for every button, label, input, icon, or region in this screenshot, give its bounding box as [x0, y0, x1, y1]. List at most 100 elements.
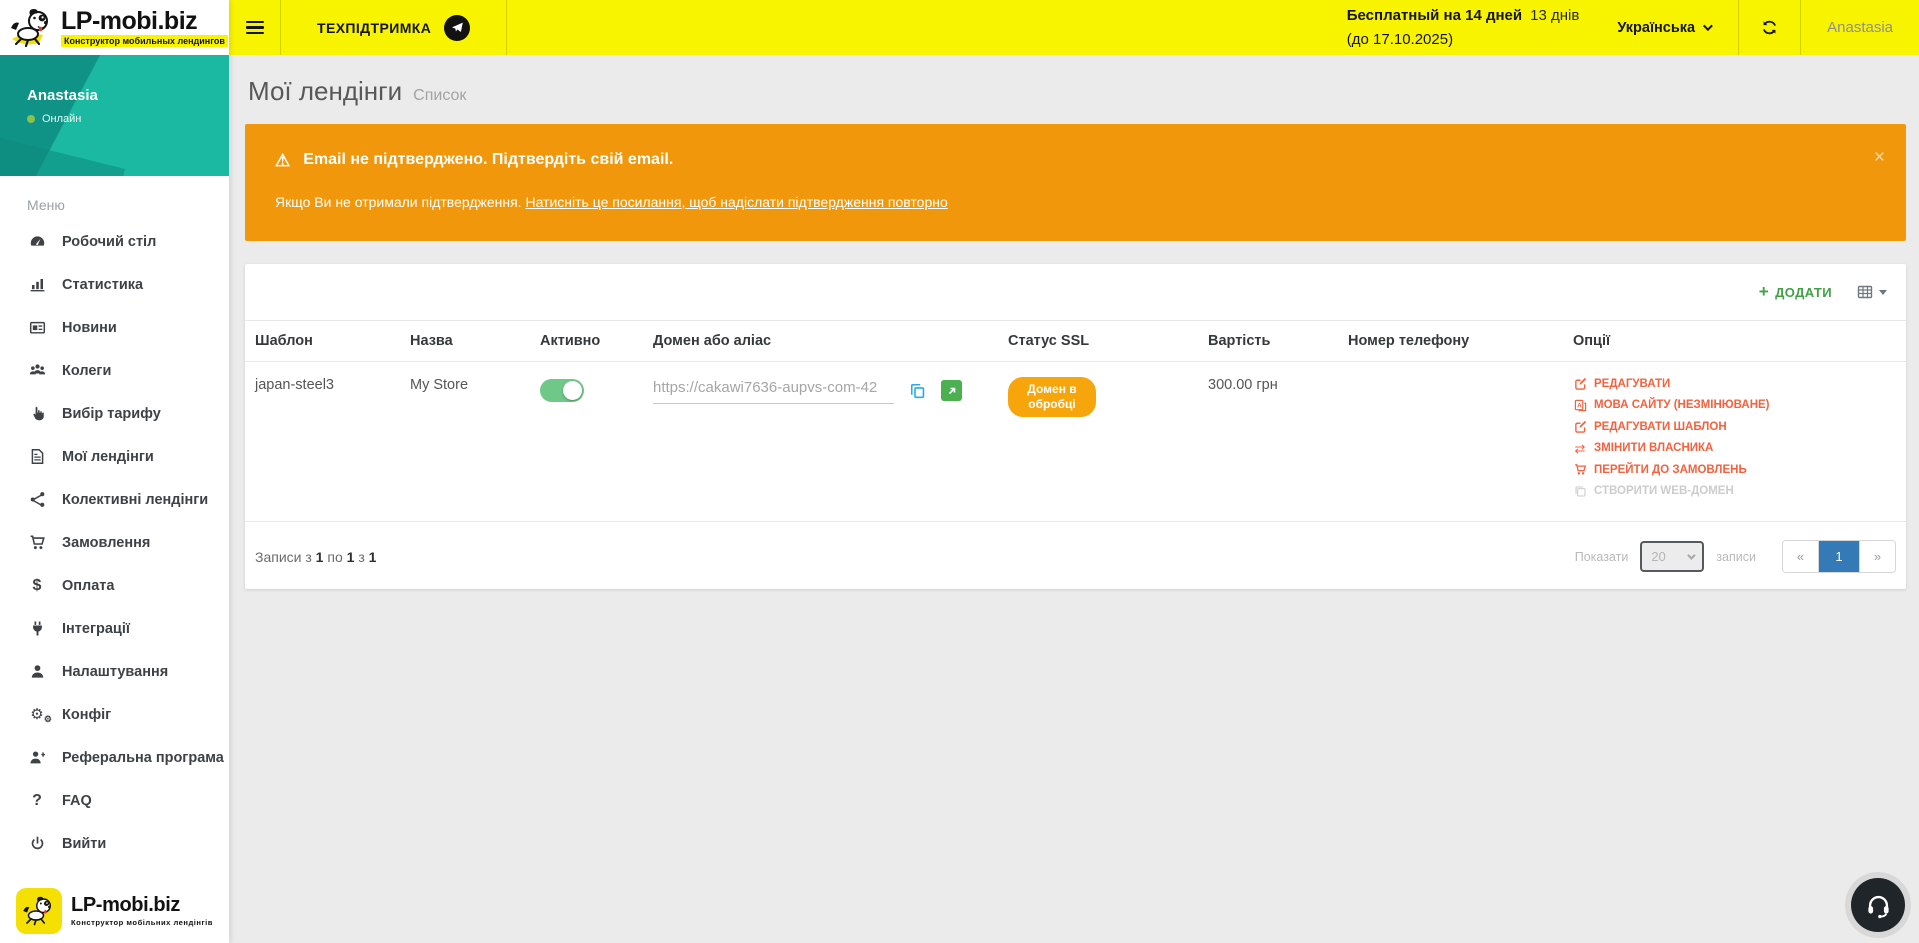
dollar-icon: $ [27, 578, 47, 594]
exchange-icon: ⇄ [1573, 442, 1587, 455]
open-site-icon[interactable] [941, 380, 962, 401]
dashboard-icon [27, 233, 47, 250]
sidebar-item-dashboard[interactable]: Робочий стіл [0, 220, 229, 263]
page-subtitle: Список [413, 87, 466, 105]
dog-mascot-icon [8, 7, 56, 49]
pagination-page-1[interactable]: 1 [1819, 541, 1859, 572]
option-edit-template-link[interactable]: РЕДАГУВАТИ ШАБЛОН [1573, 420, 1896, 433]
sidebar-item-label: Конфіг [62, 707, 111, 723]
sidebar-item-label: Оплата [62, 578, 114, 594]
table-footer: Записи з 1 по 1 з 1 Показати 20 записи «… [245, 522, 1906, 589]
copy-icon[interactable] [909, 382, 926, 399]
option-edit-link[interactable]: РЕДАГУВАТИ [1573, 377, 1896, 390]
sidebar-item-settings[interactable]: Налаштування [0, 650, 229, 693]
user-profile-panel: Anastasia Онлайн [0, 55, 229, 176]
sidebar-item-integrations[interactable]: Інтеграції [0, 607, 229, 650]
option-change-owner-link[interactable]: ⇄ ЗМІНИТИ ВЛАСНИКА [1573, 442, 1896, 455]
telegram-icon [444, 15, 470, 41]
brand-logo-bottom[interactable]: LP-mobi.biz Конструктор мобільних лендін… [0, 879, 229, 943]
dog-mascot-icon [16, 888, 62, 934]
sidebar-item-news[interactable]: Новини [0, 306, 229, 349]
alert-body-text: Якщо Ви не отримали підтвердження. [275, 194, 522, 210]
sidebar-menu: Робочий стіл Статистика Новини Колеги Ви… [0, 220, 229, 865]
sidebar-item-label: Налаштування [62, 664, 168, 680]
col-phone: Номер телефону [1338, 321, 1563, 362]
cell-price: 300.00 грн [1198, 362, 1338, 522]
topbar-username[interactable]: Anastasia [1801, 0, 1919, 55]
pagination-prev-button[interactable]: « [1783, 541, 1819, 572]
active-toggle[interactable] [540, 379, 584, 402]
sidebar-item-my-landings[interactable]: Мої лендінги [0, 435, 229, 478]
brand-name: LP-mobi.biz [61, 8, 228, 34]
main-content: Мої лендінги Список ⚠ Email не підтвердж… [229, 55, 1919, 943]
table-header-row: Шаблон Назва Активно Домен або аліас Ста… [245, 321, 1906, 362]
sidebar-item-label: Робочий стіл [62, 234, 156, 250]
sidebar-item-faq[interactable]: ? FAQ [0, 779, 229, 822]
brand-logo-top[interactable]: LP-mobi.biz Конструктор мобильных лендин… [0, 0, 229, 55]
landings-card: + ДОДАТИ Шаблон Назва Активно Доме [245, 264, 1906, 589]
resend-confirmation-link[interactable]: Натисніть це посилання, щоб надіслати пі… [525, 194, 947, 210]
question-icon: ? [27, 793, 47, 809]
table-row: japan-steel3 My Store [245, 362, 1906, 522]
refresh-button[interactable] [1739, 0, 1800, 55]
edit-icon [1573, 420, 1587, 433]
sidebar-item-colleagues[interactable]: Колеги [0, 349, 229, 392]
table-grid-icon [1856, 284, 1874, 300]
sidebar-item-statistics[interactable]: Статистика [0, 263, 229, 306]
trial-plan-label: Бесплатный на 14 дней [1347, 7, 1522, 24]
table-view-dropdown-button[interactable] [1856, 284, 1887, 300]
col-active: Активно [530, 321, 643, 362]
sidebar-item-tariff[interactable]: Вибір тарифу [0, 392, 229, 435]
col-name: Назва [400, 321, 530, 362]
col-domain: Домен або аліас [643, 321, 998, 362]
sidebar-item-logout[interactable]: Вийти [0, 822, 229, 865]
records-summary: Записи з 1 по 1 з 1 [255, 549, 376, 565]
file-icon [27, 448, 47, 465]
page-size-value: 20 [1651, 549, 1665, 564]
headset-icon [1851, 878, 1905, 932]
sidebar-item-orders[interactable]: Замовлення [0, 521, 229, 564]
tech-support-button[interactable]: ТЕХПІДТРИМКА [281, 0, 507, 55]
close-icon[interactable]: × [1874, 148, 1885, 167]
sidebar-item-config[interactable]: ⚙⚙ Конфіг [0, 693, 229, 736]
add-landing-button[interactable]: + ДОДАТИ [1759, 285, 1832, 300]
language-selector[interactable]: Українська [1589, 0, 1738, 55]
sidebar-item-label: Реферальна програма [62, 750, 224, 766]
trial-info: Бесплатный на 14 дней13 днів (до 17.10.2… [1347, 0, 1590, 55]
user-plus-icon [27, 749, 47, 766]
option-create-web-domain-link: СТВОРИТИ WEB-ДОМЕН [1573, 485, 1896, 498]
support-chat-button[interactable] [1845, 872, 1911, 938]
cart-icon [1573, 463, 1587, 476]
chevron-down-icon [1703, 21, 1713, 31]
page-header: Мої лендінги Список [248, 76, 1906, 107]
sidebar-item-label: Колективні лендінги [62, 492, 208, 508]
brand-name: LP-mobi.biz [71, 895, 213, 916]
sidebar-item-label: FAQ [62, 793, 92, 809]
colleagues-icon [27, 362, 47, 379]
sidebar-item-referral[interactable]: Реферальна програма [0, 736, 229, 779]
option-site-language-link[interactable]: A МОВА САЙТУ (НЕЗМІНЮВАНЕ) [1573, 399, 1896, 412]
cell-options: РЕДАГУВАТИ A МОВА САЙТУ (НЕЗМІНЮВАНЕ) [1563, 362, 1906, 522]
sidebar-item-payment[interactable]: $ Оплата [0, 564, 229, 607]
caret-down-icon [1879, 290, 1887, 295]
landings-table: Шаблон Назва Активно Домен або аліас Ста… [245, 320, 1906, 522]
sidebar-item-label: Вибір тарифу [62, 406, 161, 422]
option-go-to-orders-link[interactable]: ПЕРЕЙТИ ДО ЗАМОВЛЕНЬ [1573, 463, 1896, 476]
trial-until-date: (до 17.10.2025) [1347, 28, 1580, 52]
domain-input[interactable] [653, 377, 894, 404]
page-size-select[interactable]: 20 [1640, 541, 1704, 572]
card-toolbar: + ДОДАТИ [245, 264, 1906, 320]
sidebar-item-collective-landings[interactable]: Колективні лендінги [0, 478, 229, 521]
hamburger-menu-button[interactable] [229, 0, 281, 55]
topbar-right: Бесплатный на 14 дней13 днів (до 17.10.2… [1347, 0, 1919, 55]
clone-icon [1573, 485, 1587, 498]
cell-phone [1338, 362, 1563, 522]
online-status-label: Онлайн [42, 113, 81, 125]
col-price: Вартість [1198, 321, 1338, 362]
pagination: « 1 » [1782, 540, 1896, 573]
language-icon: A [1573, 399, 1587, 412]
profile-name: Anastasia [27, 87, 229, 104]
show-label: Показати [1575, 550, 1629, 564]
hamburger-icon [246, 21, 264, 35]
pagination-next-button[interactable]: » [1859, 541, 1895, 572]
